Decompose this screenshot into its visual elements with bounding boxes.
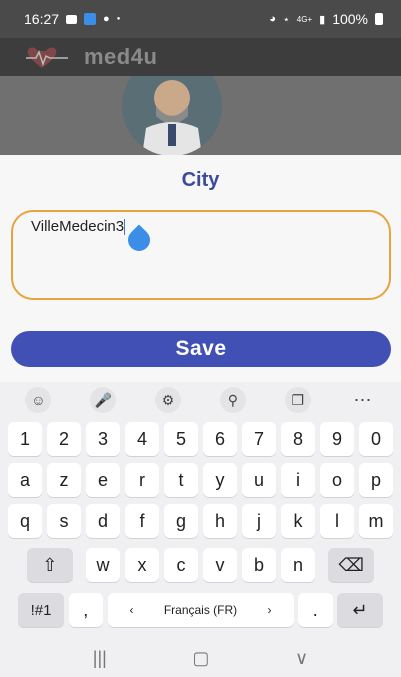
home-icon[interactable]: ▢ bbox=[192, 648, 209, 669]
city-input[interactable]: VilleMedecin3 bbox=[11, 210, 391, 300]
key-n[interactable]: n bbox=[280, 548, 316, 582]
key-m[interactable]: m bbox=[358, 504, 394, 538]
app-bar: med4u bbox=[0, 38, 401, 76]
key-r[interactable]: r bbox=[124, 463, 160, 497]
key-l[interactable]: l bbox=[319, 504, 355, 538]
text-cursor bbox=[124, 219, 126, 236]
letter-row-3: ⇧ w x c v b n ⌫ bbox=[0, 548, 401, 582]
mic-icon[interactable]: 🎤 bbox=[90, 387, 117, 413]
key-q[interactable]: q bbox=[7, 504, 43, 538]
space-left-arrow: ‹ bbox=[129, 603, 134, 617]
city-bottom-sheet: City VilleMedecin3 Save bbox=[0, 155, 401, 382]
wifi-icon: ⋆ bbox=[282, 13, 290, 26]
key-0[interactable]: 0 bbox=[358, 422, 394, 456]
clipboard-icon[interactable]: ❐ bbox=[284, 387, 311, 413]
city-input-value: VilleMedecin3 bbox=[31, 218, 125, 235]
key-a[interactable]: a bbox=[7, 463, 43, 497]
period-key[interactable]: . bbox=[298, 593, 333, 627]
key-s[interactable]: s bbox=[46, 504, 82, 538]
key-g[interactable]: g bbox=[163, 504, 199, 538]
status-bar: 16:27 ● ● ◕ ⋆ 4G+ ▮ 100% bbox=[0, 0, 401, 38]
battery-icon bbox=[375, 13, 383, 25]
recent-apps-icon[interactable]: ||| bbox=[93, 648, 107, 669]
bottom-row: !#1 , ‹ Français (FR) › . ↵ bbox=[0, 593, 401, 627]
key-b[interactable]: b bbox=[241, 548, 277, 582]
keyboard: ☺ 🎤 ⚙ ⚲ ❐ ⋯ 1234567890 azertyuiop qsdfgh… bbox=[0, 382, 401, 677]
key-x[interactable]: x bbox=[124, 548, 160, 582]
key-2[interactable]: 2 bbox=[46, 422, 82, 456]
key-w[interactable]: w bbox=[85, 548, 121, 582]
space-key[interactable]: ‹ Français (FR) › bbox=[107, 593, 294, 627]
key-7[interactable]: 7 bbox=[241, 422, 277, 456]
backspace-key[interactable]: ⌫ bbox=[328, 548, 375, 582]
back-chevron-icon[interactable]: ∨ bbox=[295, 648, 308, 669]
space-right-arrow: › bbox=[267, 603, 272, 617]
system-navbar: ||| ▢ ∨ bbox=[0, 640, 401, 677]
key-c[interactable]: c bbox=[163, 548, 199, 582]
key-4[interactable]: 4 bbox=[124, 422, 160, 456]
settings-icon[interactable]: ⚙ bbox=[155, 387, 182, 413]
key-5[interactable]: 5 bbox=[163, 422, 199, 456]
key-o[interactable]: o bbox=[319, 463, 355, 497]
cursor-handle-icon[interactable] bbox=[123, 224, 155, 256]
key-j[interactable]: j bbox=[241, 504, 277, 538]
key-k[interactable]: k bbox=[280, 504, 316, 538]
more-icon[interactable]: ⋯ bbox=[350, 387, 376, 413]
key-3[interactable]: 3 bbox=[85, 422, 121, 456]
keyboard-toolbar: ☺ 🎤 ⚙ ⚲ ❐ ⋯ bbox=[0, 382, 401, 418]
number-row: 1234567890 bbox=[0, 422, 401, 456]
key-v[interactable]: v bbox=[202, 548, 238, 582]
signal-icon: ▮ bbox=[319, 13, 326, 26]
key-y[interactable]: y bbox=[202, 463, 238, 497]
search-icon[interactable]: ⚲ bbox=[219, 387, 246, 413]
doctor-avatar bbox=[122, 76, 222, 156]
key-d[interactable]: d bbox=[85, 504, 121, 538]
app-icon bbox=[84, 13, 97, 25]
emoji-icon[interactable]: ☺ bbox=[25, 387, 52, 413]
letter-row-2: qsdfghjklm bbox=[0, 504, 401, 538]
key-6[interactable]: 6 bbox=[202, 422, 238, 456]
key-u[interactable]: u bbox=[241, 463, 277, 497]
letter-row-1: azertyuiop bbox=[0, 463, 401, 497]
key-1[interactable]: 1 bbox=[7, 422, 43, 456]
android-icon: ● bbox=[103, 13, 110, 25]
key-p[interactable]: p bbox=[358, 463, 394, 497]
dot-icon: ● bbox=[116, 16, 121, 22]
key-i[interactable]: i bbox=[280, 463, 316, 497]
key-9[interactable]: 9 bbox=[319, 422, 355, 456]
comma-key[interactable]: , bbox=[68, 593, 103, 627]
key-h[interactable]: h bbox=[202, 504, 238, 538]
symbols-key[interactable]: !#1 bbox=[18, 593, 64, 627]
4g-icon: 4G+ bbox=[296, 14, 313, 24]
heart-logo-icon bbox=[24, 43, 70, 71]
status-time: 16:27 bbox=[24, 11, 60, 27]
key-e[interactable]: e bbox=[85, 463, 121, 497]
save-button[interactable]: Save bbox=[11, 331, 391, 367]
key-f[interactable]: f bbox=[124, 504, 160, 538]
key-8[interactable]: 8 bbox=[280, 422, 316, 456]
shift-key[interactable]: ⇧ bbox=[26, 548, 73, 582]
image-icon bbox=[66, 14, 78, 24]
space-label: Français (FR) bbox=[163, 603, 238, 617]
enter-key[interactable]: ↵ bbox=[337, 593, 383, 627]
app-title: med4u bbox=[84, 44, 158, 69]
nfc-icon: ◕ bbox=[269, 13, 276, 25]
battery-level: 100% bbox=[332, 11, 368, 27]
key-t[interactable]: t bbox=[163, 463, 199, 497]
key-z[interactable]: z bbox=[46, 463, 82, 497]
profile-background bbox=[0, 76, 401, 156]
sheet-title: City bbox=[181, 169, 220, 191]
